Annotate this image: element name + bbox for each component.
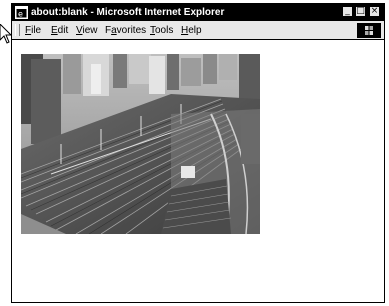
menu-edit-accelerator: E xyxy=(51,25,58,36)
close-button[interactable]: × xyxy=(369,6,380,17)
browser-window: e about:blank - Microsoft Internet Explo… xyxy=(11,3,385,303)
menu-tools-label: ools xyxy=(155,25,174,36)
menu-edit[interactable]: Edit xyxy=(51,24,68,37)
menu-view[interactable]: View xyxy=(76,24,98,37)
rail-yard-photo xyxy=(21,54,260,234)
maximize-button[interactable]: □ xyxy=(355,6,366,17)
minimize-button[interactable]: _ xyxy=(342,6,353,17)
windows-logo-icon xyxy=(357,23,381,38)
menu-grip xyxy=(15,24,20,36)
menu-file-label: ile xyxy=(31,25,42,36)
menu-file[interactable]: File xyxy=(25,24,41,37)
menu-help-label: elp xyxy=(188,25,202,36)
menu-bar: File Edit View Favorites Tools Help xyxy=(12,21,384,40)
menu-help[interactable]: Help xyxy=(181,24,202,37)
menu-edit-label: dit xyxy=(57,25,69,36)
title-bar[interactable]: e about:blank - Microsoft Internet Explo… xyxy=(12,4,384,21)
svg-text:e: e xyxy=(18,10,23,19)
page-content xyxy=(12,40,384,302)
menu-favorites[interactable]: Favorites xyxy=(105,24,146,37)
menu-view-label: iew xyxy=(82,25,98,36)
menu-tools[interactable]: Tools xyxy=(150,24,173,37)
ie-window-icon: e xyxy=(15,6,28,19)
menu-favorites-label: vorites xyxy=(116,25,147,36)
window-title: about:blank - Microsoft Internet Explore… xyxy=(31,7,225,18)
